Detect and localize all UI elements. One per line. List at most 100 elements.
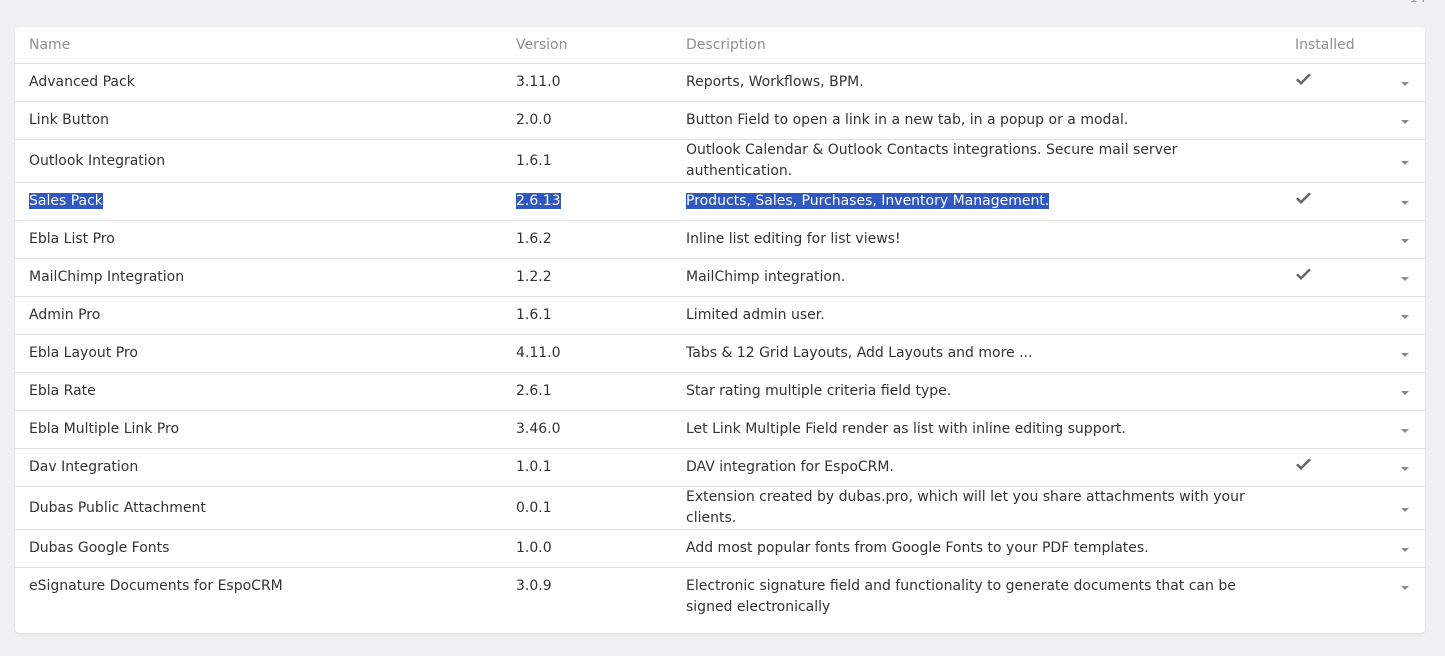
column-header-version: Version bbox=[502, 27, 672, 64]
extension-description: Inline list editing for list views! bbox=[686, 231, 901, 247]
extension-description: Star rating multiple criteria field type… bbox=[686, 383, 952, 399]
column-header-actions bbox=[1385, 27, 1425, 64]
extension-description: Button Field to open a link in a new tab… bbox=[686, 112, 1129, 128]
table-row[interactable]: Link Button 2.0.0 Button Field to open a l… bbox=[15, 101, 1425, 140]
check-icon bbox=[1296, 268, 1311, 280]
table-body: Advanced Pack 3.11.0 Reports, Workflows, B… bbox=[15, 63, 1425, 634]
row-actions[interactable] bbox=[1385, 220, 1425, 259]
caret-down-icon[interactable] bbox=[1401, 201, 1409, 205]
row-actions[interactable] bbox=[1385, 448, 1425, 487]
extension-description: Electronic signature field and functiona… bbox=[686, 578, 1236, 615]
extension-name[interactable]: Admin Pro bbox=[29, 307, 100, 323]
caret-down-icon[interactable] bbox=[1401, 548, 1409, 552]
extension-version: 2.0.0 bbox=[516, 112, 552, 128]
table-row[interactable]: Dav Integration 1.0.1 DAV integration for … bbox=[15, 448, 1425, 487]
row-actions[interactable] bbox=[1385, 529, 1425, 568]
extension-name[interactable]: Ebla Layout Pro bbox=[29, 345, 138, 361]
installed-cell bbox=[1281, 220, 1385, 259]
caret-down-icon[interactable] bbox=[1401, 586, 1409, 590]
caret-down-icon[interactable] bbox=[1401, 277, 1409, 281]
extensions-panel: Name Version Description Installed Advan… bbox=[15, 27, 1425, 633]
installed-cell bbox=[1281, 372, 1385, 411]
extension-version: 1.6.1 bbox=[516, 307, 552, 323]
row-actions[interactable] bbox=[1385, 568, 1425, 634]
extensions-table: Name Version Description Installed Advan… bbox=[15, 27, 1425, 633]
check-icon bbox=[1296, 73, 1311, 85]
table-row[interactable]: Ebla List Pro 1.6.2 Inline list editing fo… bbox=[15, 220, 1425, 259]
extension-version: 2.6.1 bbox=[516, 383, 552, 399]
extension-name[interactable]: Dav Integration bbox=[29, 459, 138, 475]
extension-version: 1.0.1 bbox=[516, 459, 552, 475]
table-row[interactable]: Ebla Multiple Link Pro 3.46.0 Let Link Mul… bbox=[15, 410, 1425, 449]
table-row[interactable]: Admin Pro 1.6.1 Limited admin user. bbox=[15, 296, 1425, 335]
installed-cell bbox=[1281, 258, 1385, 297]
extension-version: 1.6.2 bbox=[516, 231, 552, 247]
row-actions[interactable] bbox=[1385, 63, 1425, 102]
extension-name[interactable]: Dubas Public Attachment bbox=[29, 500, 206, 516]
installed-cell bbox=[1281, 182, 1385, 221]
extension-description: Tabs & 12 Grid Layouts, Add Layouts and … bbox=[686, 345, 1033, 361]
extension-name[interactable]: Link Button bbox=[29, 112, 109, 128]
table-row[interactable]: Advanced Pack 3.11.0 Reports, Workflows, B… bbox=[15, 63, 1425, 102]
column-header-description: Description bbox=[672, 27, 1281, 64]
table-row[interactable]: Dubas Google Fonts 1.0.0 Add most popular … bbox=[15, 529, 1425, 568]
extension-version: 3.11.0 bbox=[516, 74, 561, 90]
extension-description: Let Link Multiple Field render as list w… bbox=[686, 421, 1126, 437]
extension-name[interactable]: eSignature Documents for EspoCRM bbox=[29, 578, 283, 594]
table-row[interactable]: Dubas Public Attachment 0.0.1 Extension cr… bbox=[15, 486, 1425, 530]
row-actions[interactable] bbox=[1385, 139, 1425, 183]
row-actions[interactable] bbox=[1385, 410, 1425, 449]
extension-name[interactable]: Ebla Rate bbox=[29, 383, 96, 399]
column-header-name: Name bbox=[15, 27, 502, 64]
caret-down-icon[interactable] bbox=[1401, 507, 1409, 512]
extension-version: 2.6.13 bbox=[516, 193, 561, 209]
table-row[interactable]: MailChimp Integration 1.2.2 MailChimp inte… bbox=[15, 258, 1425, 297]
extensions-page: 14 Name Version Description Installed Ad… bbox=[0, 0, 1445, 656]
extension-description: Add most popular fonts from Google Fonts… bbox=[686, 540, 1149, 556]
installed-cell bbox=[1281, 529, 1385, 568]
extension-name[interactable]: Ebla List Pro bbox=[29, 231, 115, 247]
row-actions[interactable] bbox=[1385, 258, 1425, 297]
extension-description: DAV integration for EspoCRM. bbox=[686, 459, 894, 475]
row-actions[interactable] bbox=[1385, 296, 1425, 335]
caret-down-icon[interactable] bbox=[1401, 82, 1409, 86]
table-row[interactable]: Sales Pack 2.6.13 Products, Sales, Purchas… bbox=[15, 182, 1425, 221]
extension-description: Reports, Workflows, BPM. bbox=[686, 74, 864, 90]
extension-name[interactable]: Outlook Integration bbox=[29, 153, 165, 169]
caret-down-icon[interactable] bbox=[1401, 315, 1409, 319]
extension-description: Products, Sales, Purchases, Inventory Ma… bbox=[686, 193, 1050, 209]
table-row[interactable]: Ebla Layout Pro 4.11.0 Tabs & 12 Grid Layo… bbox=[15, 334, 1425, 373]
row-actions[interactable] bbox=[1385, 486, 1425, 530]
table-row[interactable]: Outlook Integration 1.6.1 Outlook Calendar… bbox=[15, 139, 1425, 183]
check-icon bbox=[1296, 458, 1311, 470]
extension-version: 1.0.0 bbox=[516, 540, 552, 556]
column-header-installed: Installed bbox=[1281, 27, 1385, 64]
caret-down-icon[interactable] bbox=[1401, 239, 1409, 243]
extension-name[interactable]: MailChimp Integration bbox=[29, 269, 184, 285]
caret-down-icon[interactable] bbox=[1401, 120, 1409, 124]
table-row[interactable]: eSignature Documents for EspoCRM 3.0.9 Ele… bbox=[15, 568, 1425, 634]
extension-name[interactable]: Advanced Pack bbox=[29, 74, 135, 90]
extension-name[interactable]: Sales Pack bbox=[29, 193, 103, 209]
caret-down-icon[interactable] bbox=[1401, 467, 1409, 471]
caret-down-icon[interactable] bbox=[1401, 429, 1409, 433]
installed-cell bbox=[1281, 101, 1385, 140]
caret-down-icon[interactable] bbox=[1401, 353, 1409, 357]
extension-name[interactable]: Dubas Google Fonts bbox=[29, 540, 169, 556]
installed-cell bbox=[1281, 568, 1385, 634]
extension-description: Extension created by dubas.pro, which wi… bbox=[686, 489, 1245, 526]
row-actions[interactable] bbox=[1385, 182, 1425, 221]
row-actions[interactable] bbox=[1385, 372, 1425, 411]
row-actions[interactable] bbox=[1385, 334, 1425, 373]
table-row[interactable]: Ebla Rate 2.6.1 Star rating multiple crite… bbox=[15, 372, 1425, 411]
extension-name[interactable]: Ebla Multiple Link Pro bbox=[29, 421, 179, 437]
caret-down-icon[interactable] bbox=[1401, 391, 1409, 395]
caret-down-icon[interactable] bbox=[1401, 160, 1409, 165]
check-icon bbox=[1296, 192, 1311, 204]
row-actions[interactable] bbox=[1385, 101, 1425, 140]
installed-cell bbox=[1281, 448, 1385, 487]
extension-description: Outlook Calendar & Outlook Contacts inte… bbox=[686, 142, 1178, 179]
installed-cell bbox=[1281, 334, 1385, 373]
installed-cell bbox=[1281, 63, 1385, 102]
extension-description: Limited admin user. bbox=[686, 307, 825, 323]
